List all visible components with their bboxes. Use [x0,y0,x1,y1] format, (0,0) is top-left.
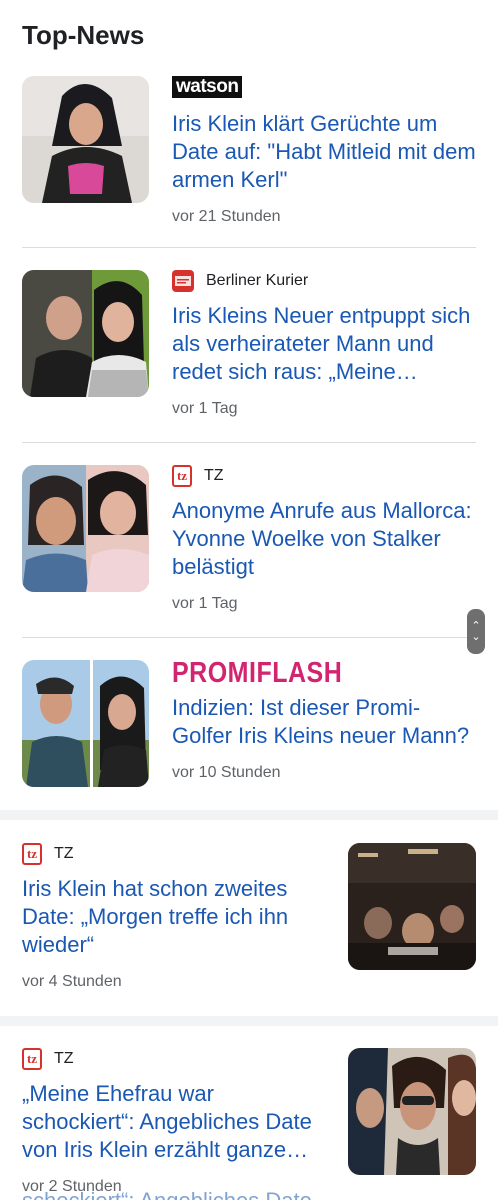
news-item[interactable]: tz TZ Anonyme Anrufe aus Mallorca: Yvonn… [22,465,476,615]
chevron-up-icon: ⌃ [471,619,481,632]
article-source: Berliner Kurier [172,270,478,292]
tz-logo: tz [172,465,192,487]
divider [22,637,476,638]
article-time: vor 1 Tag [172,595,238,612]
next-card-peek: schockiert“: Angebliches Date [22,1188,312,1200]
section-separator [0,810,498,820]
article-source: tz TZ [22,843,332,865]
source-name: TZ [54,1050,74,1067]
article-headline[interactable]: Iris Klein hat schon zweites Date: „Morg… [22,875,332,959]
article-thumbnail[interactable] [22,76,149,203]
article-thumbnail[interactable] [348,843,476,970]
article-time: vor 1 Tag [172,400,238,417]
news-card[interactable]: tz TZ „Meine Ehefrau war schockiert“: An… [0,1048,498,1200]
article-source: tz TZ [172,465,478,487]
article-source: tz TZ [22,1048,332,1070]
article-thumbnail[interactable] [22,465,149,592]
article-headline[interactable]: Iris Kleins Neuer entpuppt sich als verh… [172,302,478,386]
promiflash-logo: PROMIFLASH [172,656,343,689]
fast-scroll-handle[interactable]: ⌃ ⌄ [467,609,485,654]
news-card[interactable]: tz TZ Iris Klein hat schon zweites Date:… [0,843,498,1003]
article-time: vor 21 Stunden [172,208,281,225]
article-thumbnail[interactable] [22,660,149,787]
news-item[interactable]: PROMIFLASH Indizien: Ist dieser Promi-Go… [22,656,478,790]
article-headline[interactable]: Iris Klein klärt Gerüchte um Date auf: "… [172,110,478,194]
article-headline[interactable]: „Meine Ehefrau war schockiert“: Angeblic… [22,1080,332,1164]
berliner-kurier-logo [172,270,194,292]
article-time: vor 4 Stunden [22,973,122,990]
news-item[interactable]: watson Iris Klein klärt Gerüchte um Date… [22,76,476,226]
article-thumbnail[interactable] [22,270,149,397]
article-headline[interactable]: Anonyme Anrufe aus Mallorca: Yvonne Woel… [172,497,478,581]
article-time: vor 10 Stunden [172,764,281,781]
tz-logo: tz [22,843,42,865]
news-item[interactable]: Berliner Kurier Iris Kleins Neuer entpup… [22,270,476,420]
chevron-down-icon: ⌄ [471,630,481,643]
article-source: PROMIFLASH [172,656,478,688]
divider [22,442,476,443]
source-name: Berliner Kurier [206,272,309,289]
tz-logo: tz [22,1048,42,1070]
section-title: Top-News [22,20,145,50]
article-headline[interactable]: Indizien: Ist dieser Promi-Golfer Iris K… [172,694,478,750]
source-name: TZ [204,467,224,484]
article-thumbnail[interactable] [348,1048,476,1175]
article-source: watson [172,76,478,98]
divider [22,247,476,248]
section-separator [0,1016,498,1026]
source-name: TZ [54,845,74,862]
watson-logo: watson [172,76,243,98]
